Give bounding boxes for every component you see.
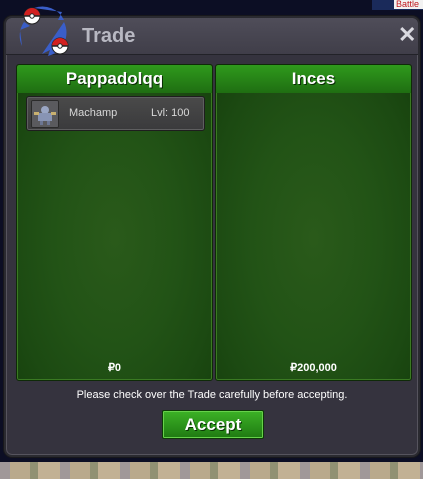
pokemon-level: Lvl: 100	[151, 107, 190, 119]
left-money-offer: ₽0	[107, 362, 122, 374]
close-icon[interactable]: ✕	[398, 24, 416, 46]
right-trade-panel: Inces ₽200,000	[215, 64, 412, 381]
window-title: Trade	[82, 25, 136, 47]
background-map	[0, 462, 423, 479]
left-panel-header: Pappadolqq	[17, 65, 212, 93]
pokemon-name: Machamp	[69, 107, 118, 119]
pokemon-slot[interactable]: Machamp Lvl: 100	[26, 96, 205, 131]
accept-button[interactable]: Accept	[162, 410, 264, 439]
trade-notice: Please check over the Trade carefully be…	[76, 389, 348, 401]
battle-tag: Battle	[394, 0, 423, 9]
right-trader-name: Inces	[291, 69, 336, 88]
trade-logo-icon	[19, 6, 69, 56]
pokemon-sprite-icon	[31, 100, 59, 128]
left-trader-name: Pappadolqq	[65, 69, 164, 88]
trade-window: Trade ✕ Pappadolqq Machamp Lvl: 100 ₽0 I…	[4, 6, 420, 457]
right-panel-header: Inces	[216, 65, 411, 93]
left-trade-panel: Pappadolqq Machamp Lvl: 100 ₽0	[16, 64, 213, 381]
right-money-offer: ₽200,000	[290, 362, 337, 374]
